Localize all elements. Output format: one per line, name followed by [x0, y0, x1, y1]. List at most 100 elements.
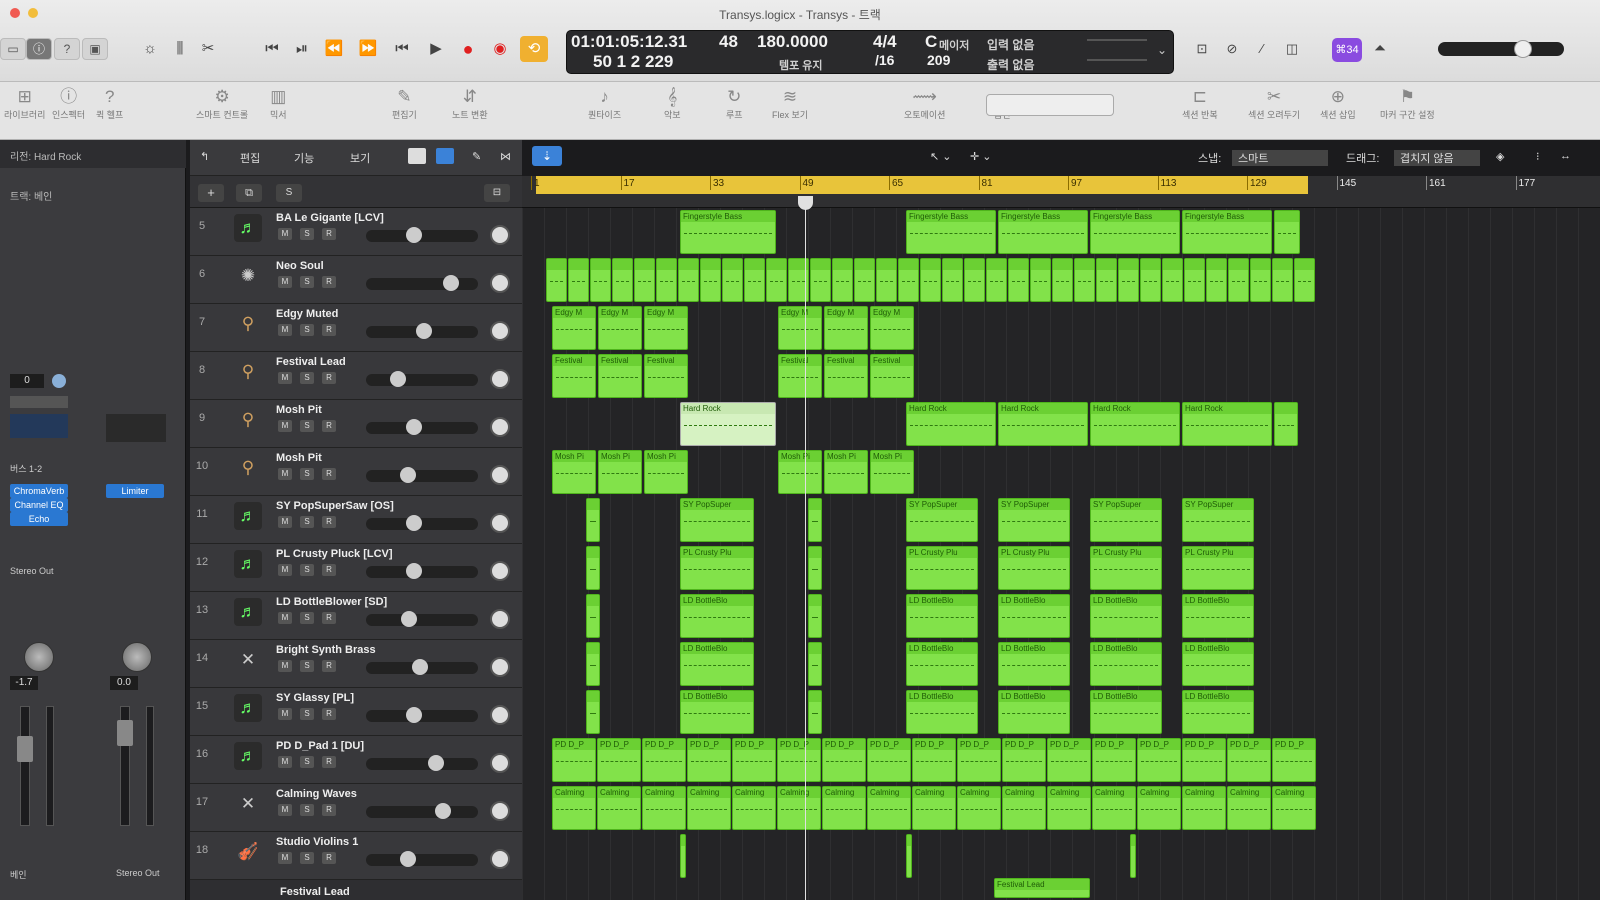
track-name[interactable]: SY Glassy [PL] [276, 692, 354, 704]
region[interactable]: Edgy M [778, 306, 822, 350]
region[interactable]: PD D_P [867, 738, 911, 782]
region[interactable]: PD D_P [687, 738, 731, 782]
mute-button[interactable]: M [278, 564, 292, 576]
plugin-slot-3[interactable]: Echo [10, 512, 68, 526]
track-pan-knob[interactable] [490, 657, 510, 677]
region[interactable]: PD D_P [1272, 738, 1316, 782]
region[interactable]: Fingerstyle Bass [998, 210, 1088, 254]
pointer-tool-icon[interactable]: ↖ ⌄ [930, 150, 952, 163]
snap-select[interactable]: 스마트 [1232, 150, 1328, 166]
region[interactable] [854, 258, 875, 302]
lcd-display[interactable]: 01:01:05:12.31 50 1 2 229 48 180.0000 템포… [566, 30, 1174, 74]
region[interactable]: SY PopSuper [1182, 498, 1254, 542]
input-monitor-icon[interactable] [52, 374, 66, 388]
synth-icon[interactable]: ♬ [234, 742, 262, 770]
region[interactable]: Calming [777, 786, 821, 830]
editors-icon[interactable]: ✂ [194, 36, 222, 62]
region[interactable]: Fingerstyle Bass [1090, 210, 1180, 254]
region[interactable]: Festival [824, 354, 868, 398]
region[interactable] [612, 258, 633, 302]
mute-button[interactable]: M [278, 612, 292, 624]
region[interactable]: PD D_P [1227, 738, 1271, 782]
guitar-icon[interactable]: ⚲ [234, 454, 262, 482]
mute-button[interactable]: M [278, 708, 292, 720]
cycle-button[interactable]: ⟲ [520, 36, 548, 62]
rewind-button[interactable]: ⏪ [320, 36, 348, 62]
track-header[interactable]: 11 ♬ SY PopSuperSaw [OS] M S R [190, 496, 522, 544]
track-header[interactable]: 15 ♬ SY Glassy [PL] M S R [190, 688, 522, 736]
count-in-badge[interactable]: ⌘34 [1332, 38, 1362, 62]
track-pan-knob[interactable] [490, 417, 510, 437]
smart-controls-icon[interactable]: ☼ [136, 36, 164, 62]
solo-button[interactable]: S [300, 612, 314, 624]
zoom-navigator[interactable] [986, 94, 1114, 116]
view-toggle-2[interactable] [436, 148, 454, 164]
region[interactable] [1294, 258, 1315, 302]
mixer-icon[interactable]: ⫼ [166, 36, 194, 62]
region[interactable]: Calming [597, 786, 641, 830]
solo-button[interactable]: S [300, 468, 314, 480]
region[interactable]: Calming [1272, 786, 1316, 830]
mute-button[interactable]: M [278, 228, 292, 240]
add-track-button[interactable]: + [198, 184, 224, 202]
track-name[interactable]: SY PopSuperSaw [OS] [276, 500, 394, 512]
region[interactable] [586, 594, 600, 638]
play-button[interactable]: ▶ [422, 36, 450, 62]
region[interactable]: Edgy M [644, 306, 688, 350]
region[interactable]: Edgy M [598, 306, 642, 350]
region[interactable] [586, 642, 600, 686]
solo-button[interactable]: S [300, 852, 314, 864]
solo-button[interactable]: S [300, 372, 314, 384]
region[interactable]: Mosh Pi [778, 450, 822, 494]
drag-select[interactable]: 겹치지 않음 [1394, 150, 1480, 166]
region[interactable] [808, 690, 822, 734]
track-pan-knob[interactable] [490, 225, 510, 245]
drum-icon[interactable]: ✺ [234, 262, 262, 290]
region[interactable] [766, 258, 787, 302]
region[interactable]: Mosh Pi [598, 450, 642, 494]
track-volume-slider[interactable] [366, 614, 478, 626]
track-volume-knob[interactable] [442, 275, 459, 291]
region[interactable]: Calming [912, 786, 956, 830]
region[interactable] [808, 642, 822, 686]
region[interactable]: PL Crusty Plu [1182, 546, 1254, 590]
region[interactable] [722, 258, 743, 302]
region[interactable] [1096, 258, 1117, 302]
region[interactable] [1162, 258, 1183, 302]
track-volume-slider[interactable] [366, 758, 478, 770]
region[interactable] [1272, 258, 1293, 302]
browser-icon[interactable]: ◫ [1278, 36, 1306, 62]
guitar-icon[interactable]: ⚲ [234, 406, 262, 434]
region[interactable]: PL Crusty Plu [680, 546, 754, 590]
metronome-icon[interactable]: ⏶ [1366, 36, 1394, 62]
track-inspector-header[interactable]: 트랙: 베인 [0, 182, 186, 206]
list-editors-icon[interactable]: ⊡ [1188, 36, 1216, 62]
region[interactable]: Edgy M [870, 306, 914, 350]
replace-record-button[interactable]: ◉ [486, 36, 514, 62]
region[interactable]: Hard Rock [680, 402, 776, 446]
region[interactable] [986, 258, 1007, 302]
region[interactable]: LD BottleBlo [998, 594, 1070, 638]
region[interactable]: LD BottleBlo [906, 594, 978, 638]
track-name[interactable]: Mosh Pit [276, 404, 322, 416]
region[interactable] [1052, 258, 1073, 302]
region[interactable]: PD D_P [732, 738, 776, 782]
solo-button[interactable]: S [300, 708, 314, 720]
region[interactable]: SY PopSuper [998, 498, 1070, 542]
region[interactable]: PL Crusty Plu [906, 546, 978, 590]
track-name[interactable]: Edgy Muted [276, 308, 338, 320]
region[interactable]: LD BottleBlo [1090, 690, 1162, 734]
track-pan-knob[interactable] [490, 801, 510, 821]
mute-button[interactable]: M [278, 420, 292, 432]
region[interactable] [586, 690, 600, 734]
loop-browser-icon[interactable]: ⁄ [1248, 36, 1276, 62]
region[interactable] [876, 258, 897, 302]
region[interactable]: LD BottleBlo [1090, 594, 1162, 638]
region[interactable] [1250, 258, 1271, 302]
waveform-zoom-icon[interactable]: ◈ [1496, 150, 1504, 163]
track-volume-slider[interactable] [366, 518, 478, 530]
track-volume-slider[interactable] [366, 230, 478, 242]
solo-button[interactable]: S [300, 324, 314, 336]
region[interactable] [1274, 210, 1300, 254]
track-volume-slider[interactable] [366, 566, 478, 578]
